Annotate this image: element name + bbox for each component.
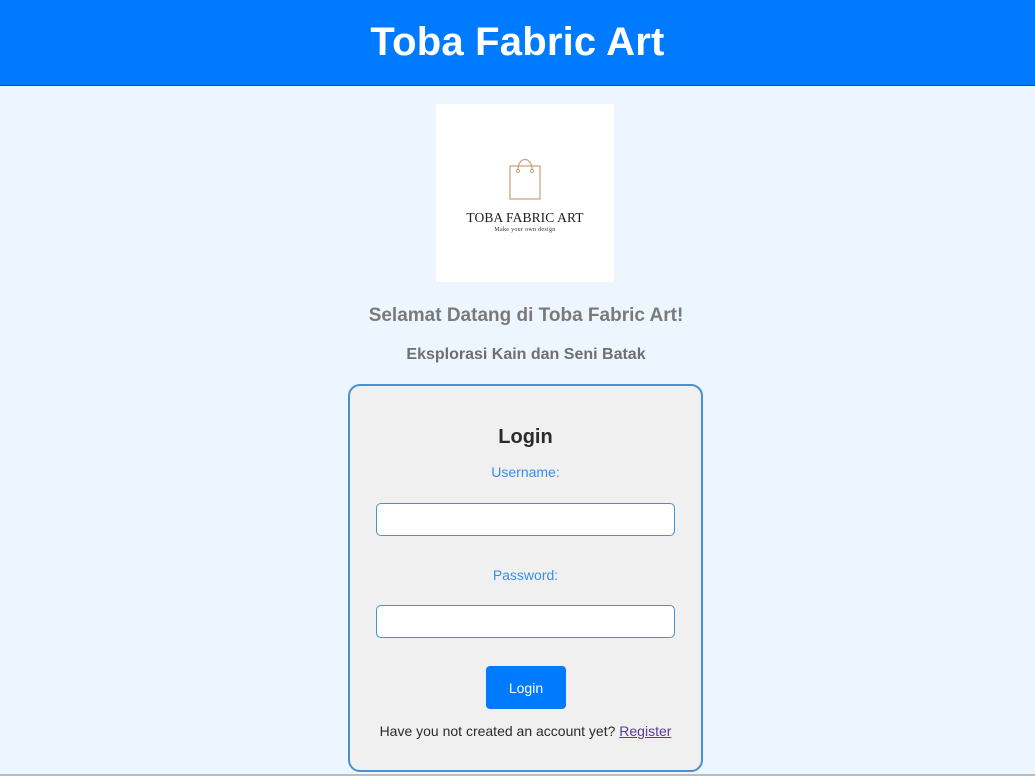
logo-tagline: Make your own design [494, 227, 556, 233]
page: Toba Fabric Art TOBA FABRIC ART Make you… [0, 0, 1035, 776]
welcome-subtitle: Eksplorasi Kain dan Seni Batak [406, 346, 646, 363]
login-form-title: Login [498, 426, 553, 448]
login-button[interactable]: Login [486, 666, 566, 709]
username-label: Username: [491, 464, 560, 480]
login-form: Login Username: Password: Login Have you… [348, 384, 703, 772]
brand-logo: TOBA FABRIC ART Make your own design [436, 104, 614, 282]
welcome-heading: Selamat Datang di Toba Fabric Art! [368, 305, 684, 326]
site-title: Toba Fabric Art [370, 20, 665, 64]
site-header: Toba Fabric Art [0, 0, 1035, 86]
register-prompt-line: Have you not created an account yet? Reg… [350, 723, 701, 739]
register-prompt-text: Have you not created an account yet? [379, 723, 616, 739]
register-link[interactable]: Register [619, 723, 671, 739]
shopping-bag-icon [509, 158, 541, 200]
password-input[interactable] [376, 605, 675, 638]
username-input[interactable] [376, 503, 675, 536]
password-label: Password: [492, 567, 559, 583]
logo-brand-text: TOBA FABRIC ART [466, 210, 584, 225]
